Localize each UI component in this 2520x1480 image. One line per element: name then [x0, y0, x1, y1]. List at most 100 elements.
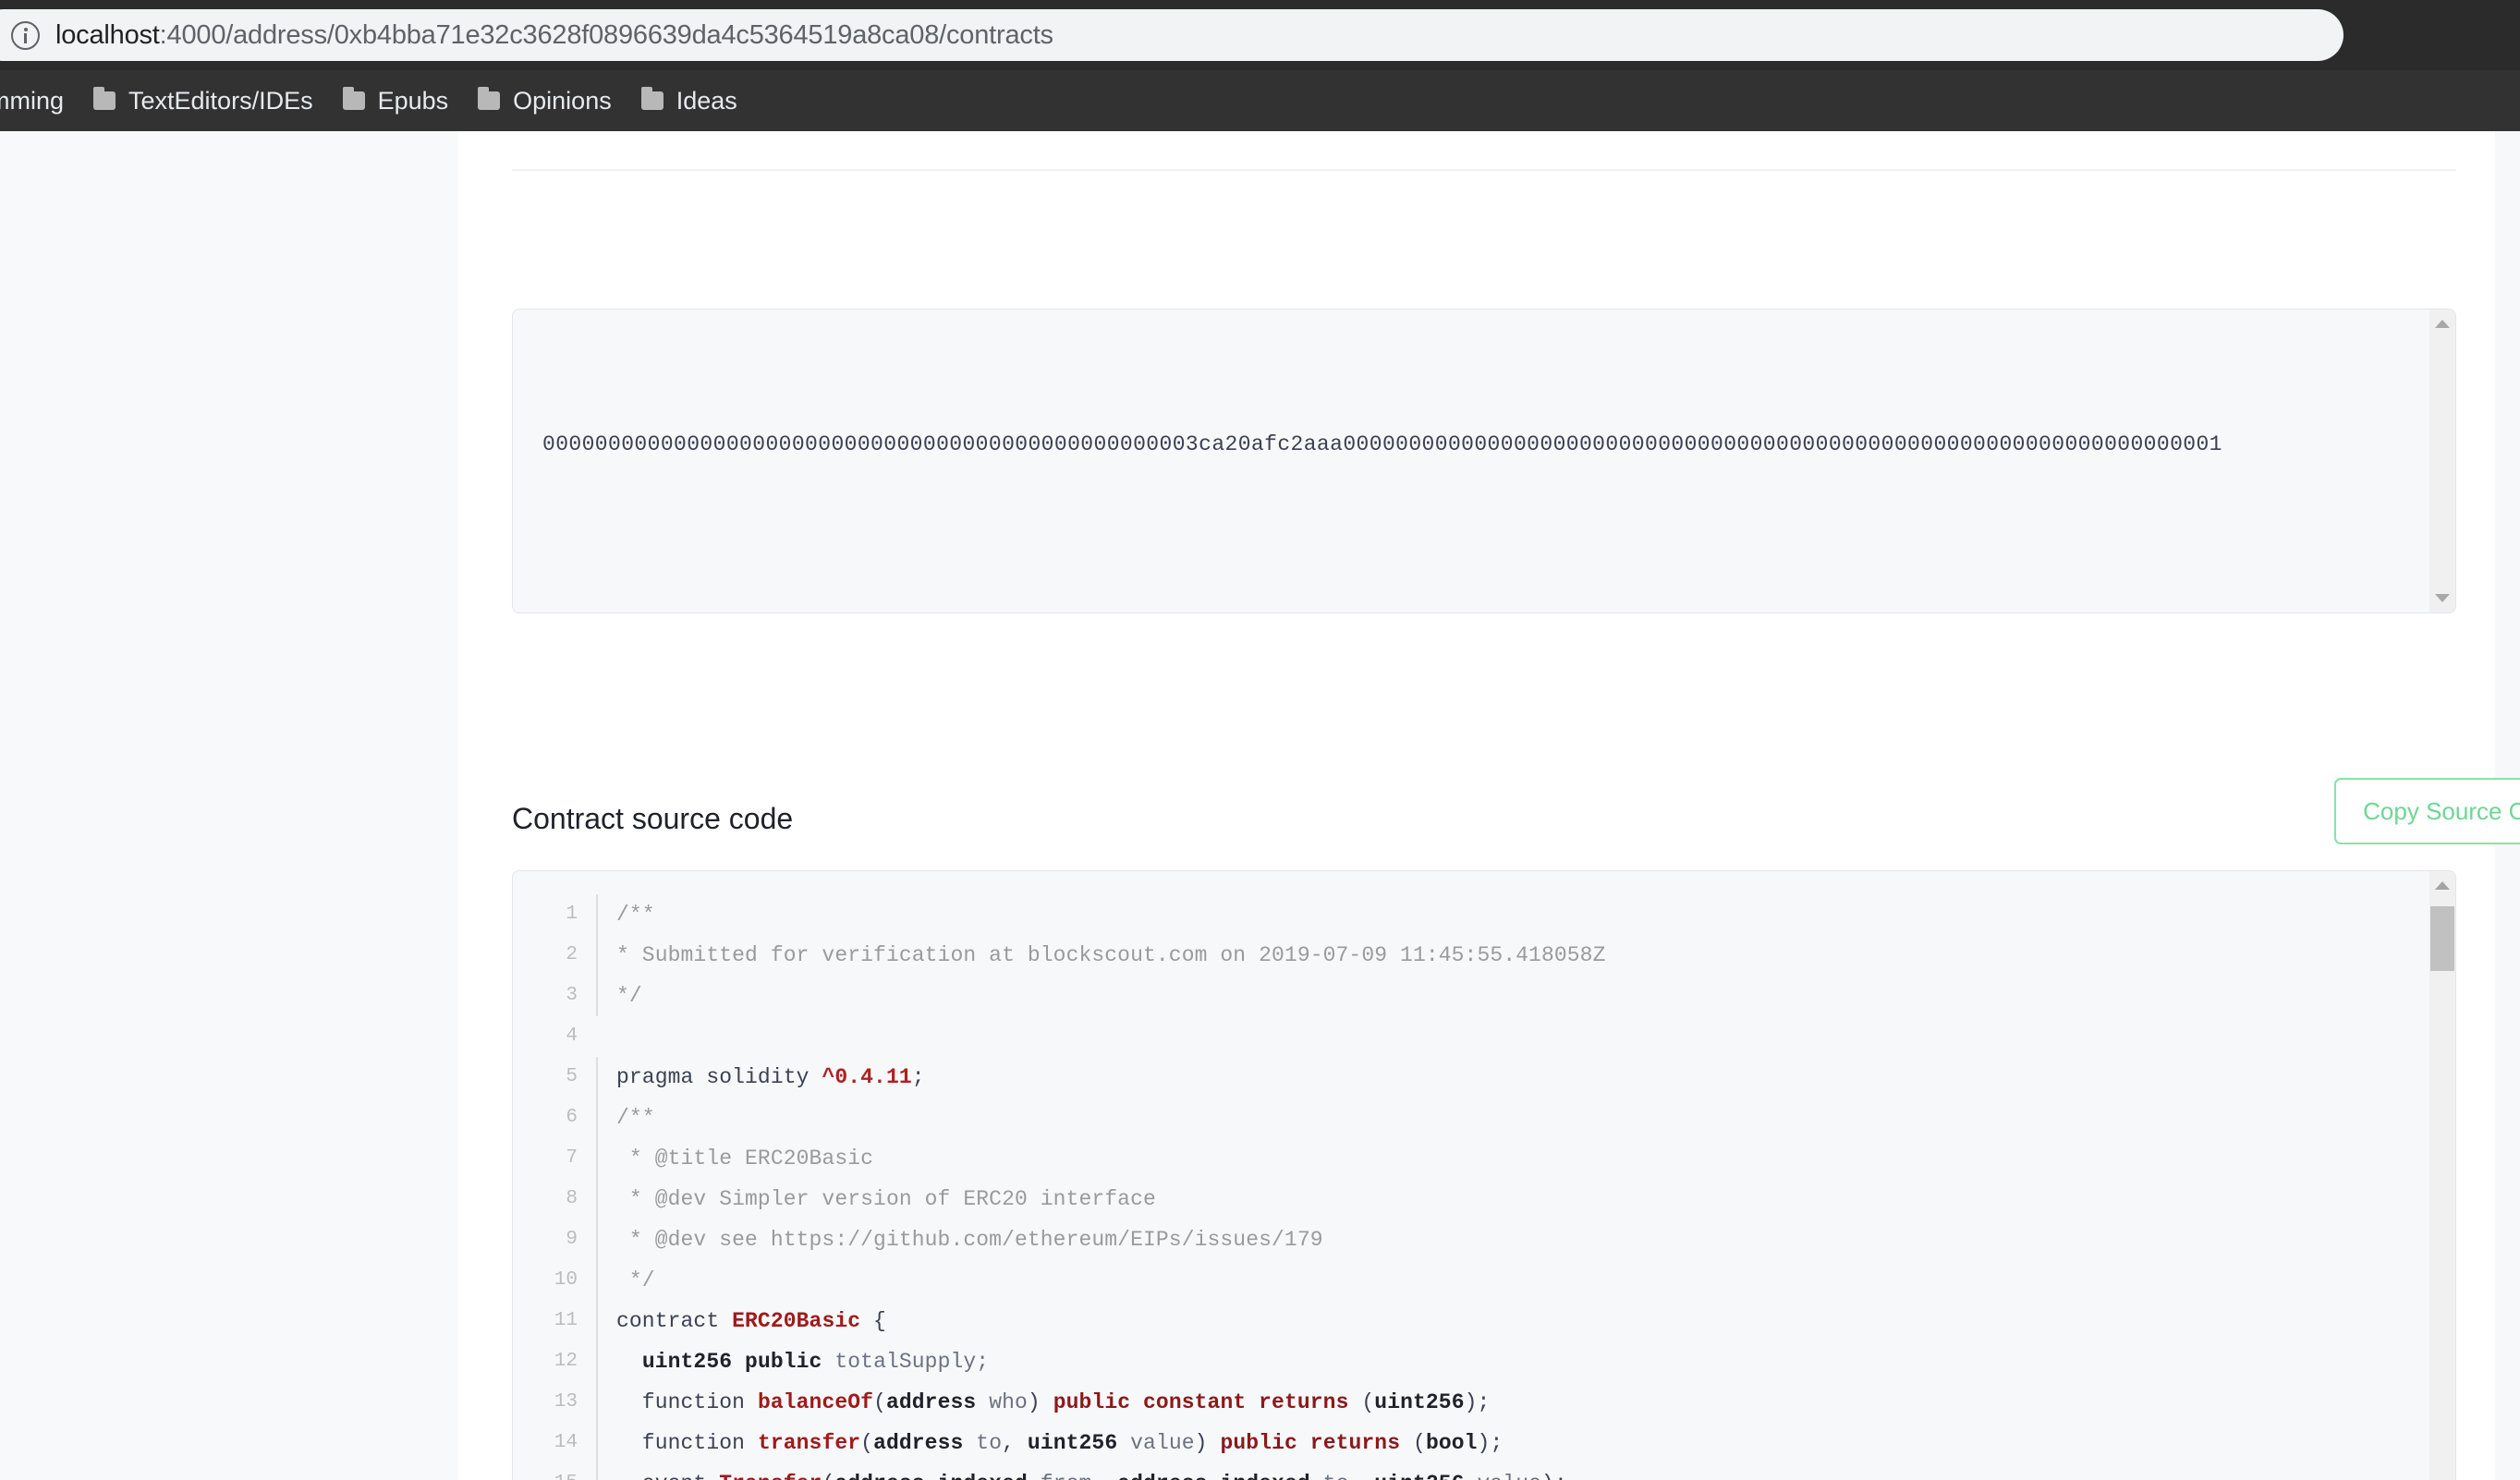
code-token: Transfer — [719, 1472, 822, 1480]
page-left-gutter — [0, 131, 458, 1480]
bookmark-label: Ideas — [676, 86, 737, 115]
code-text: /** — [596, 1098, 2402, 1138]
line-number: 11 — [554, 1310, 578, 1331]
source-code-scrollbar[interactable] — [2429, 871, 2455, 1480]
scroll-up-arrow-icon[interactable] — [2435, 881, 2450, 890]
bookmarks-bar: mming TextEditors/IDEs Epubs Opinions Ideas — [0, 70, 2520, 131]
code-line: 6 /** — [513, 1098, 2402, 1138]
code-token: /** — [616, 903, 655, 927]
code-token: ( — [822, 1472, 834, 1480]
code-token: ); — [1477, 1431, 1503, 1455]
bookmark-label: TextEditors/IDEs — [128, 86, 313, 115]
contract-source-code-panel: 1 /** 2 * Submitted for verification at blo… — [512, 870, 2456, 1480]
code-token: ); — [1464, 1390, 1491, 1414]
info-circle-icon[interactable] — [11, 20, 40, 50]
code-token: value — [1117, 1431, 1195, 1455]
scroll-up-arrow-icon[interactable] — [2435, 320, 2450, 328]
code-token: ( — [1400, 1431, 1426, 1455]
code-text: /** — [596, 894, 2402, 935]
code-line: 3 */ — [513, 976, 2402, 1016]
code-token: , — [1002, 1431, 1028, 1455]
code-token: ) — [1194, 1431, 1221, 1455]
bookmark-item-mming[interactable]: mming — [0, 79, 77, 122]
code-token: value — [1465, 1472, 1541, 1480]
code-token: ( — [873, 1390, 886, 1414]
folder-icon — [640, 87, 663, 110]
scroll-down-arrow-icon[interactable] — [2435, 594, 2450, 602]
code-token: transfer — [757, 1431, 861, 1455]
code-token: */ — [616, 1268, 655, 1292]
code-token: totalSupply; — [822, 1350, 990, 1374]
code-text: pragma solidity ^0.4.11; — [596, 1057, 2402, 1098]
code-token: public constant returns — [1053, 1390, 1349, 1414]
code-token: ( — [1348, 1390, 1375, 1414]
code-token: * @dev Simpler version of ERC20 interfac… — [616, 1187, 1156, 1211]
code-token: uint256 — [1374, 1472, 1464, 1480]
code-token: who — [976, 1390, 1028, 1414]
code-token: , — [1091, 1472, 1117, 1480]
code-token: public — [745, 1350, 822, 1374]
copy-source-code-button[interactable]: Copy Source Code — [2334, 778, 2520, 844]
folder-icon — [342, 87, 365, 110]
main-content-card: Constructor Arguments 000000000000000000… — [458, 131, 2520, 1480]
code-token: pragma solidity — [616, 1065, 822, 1089]
code-token: event — [616, 1472, 719, 1480]
code-line: 8 * @dev Simpler version of ERC20 interf… — [513, 1179, 2402, 1219]
bookmark-item-opinions[interactable]: Opinions — [465, 79, 625, 122]
constructor-arguments-content: 0000000000000000000000000000000000000000… — [513, 309, 2402, 613]
code-text: * @title ERC20Basic — [596, 1138, 2402, 1179]
folder-icon — [478, 87, 501, 110]
code-token: from — [1028, 1472, 1092, 1480]
line-number: 4 — [566, 1025, 578, 1047]
code-line: 10 */ — [513, 1260, 2402, 1301]
line-number: 6 — [566, 1107, 578, 1128]
folder-icon — [93, 87, 116, 110]
address-bar[interactable]: localhost:4000/address/0xb4bba71e32c3628… — [0, 9, 2343, 61]
code-token: uint256 — [1027, 1431, 1118, 1455]
code-text: * @dev Simpler version of ERC20 interfac… — [596, 1179, 2402, 1219]
line-number: 8 — [566, 1188, 578, 1209]
line-number: 12 — [554, 1351, 578, 1372]
line-number: 5 — [566, 1066, 578, 1087]
code-token: uint256 — [641, 1350, 733, 1374]
line-number: 10 — [554, 1269, 578, 1291]
code-text: * @dev see https://github.com/ethereum/E… — [596, 1219, 2402, 1260]
code-line: 7 * @title ERC20Basic — [513, 1138, 2402, 1179]
code-token: ^0.4.11 — [822, 1065, 912, 1089]
code-token: /** — [616, 1106, 655, 1130]
code-token: * @title ERC20Basic — [616, 1146, 874, 1171]
bookmark-item-epubs[interactable]: Epubs — [330, 79, 462, 122]
url-text: localhost:4000/address/0xb4bba71e32c3628… — [55, 20, 1053, 51]
code-line: 1 /** — [513, 894, 2402, 935]
page-body: Constructor Arguments 000000000000000000… — [0, 131, 2520, 1480]
constructor-scrollbar[interactable] — [2429, 309, 2455, 613]
code-token: address indexed — [834, 1472, 1028, 1480]
code-line: 13 function balanceOf(address who) publi… — [513, 1382, 2402, 1423]
scrollbar-thumb[interactable] — [2430, 906, 2454, 971]
code-line: 2 * Submitted for verification at blocksc… — [513, 935, 2402, 976]
code-token: bool — [1425, 1431, 1478, 1455]
code-token: * @dev see https://github.com/ethereum/E… — [616, 1228, 1323, 1252]
code-text: */ — [596, 976, 2402, 1016]
line-number: 14 — [554, 1432, 578, 1453]
code-text: * Submitted for verification at blocksco… — [596, 935, 2402, 976]
code-token: address — [873, 1431, 964, 1455]
code-text: function balanceOf(address who) public c… — [596, 1382, 2402, 1423]
code-viewer[interactable]: 1 /** 2 * Submitted for verification at blo… — [513, 871, 2402, 1480]
url-path: :4000/address/0xb4bba71e32c3628f0896639d… — [159, 19, 1053, 50]
bookmark-item-texteditors-ides[interactable]: TextEditors/IDEs — [80, 79, 326, 122]
bookmark-label: Epubs — [377, 86, 449, 115]
code-token: uint256 — [1374, 1390, 1465, 1414]
line-number: 13 — [554, 1391, 578, 1413]
line-number: 7 — [566, 1147, 578, 1169]
code-token: ) — [1027, 1390, 1053, 1414]
browser-chrome: localhost:4000/address/0xb4bba71e32c3628… — [0, 0, 2520, 131]
code-text: uint256 public totalSupply; — [596, 1341, 2402, 1382]
code-token: address indexed — [1117, 1472, 1310, 1480]
bookmark-item-ideas[interactable]: Ideas — [628, 79, 750, 122]
code-token: to — [1310, 1472, 1349, 1480]
constructor-hex-data: 0000000000000000000000000000000000000000… — [542, 432, 2222, 456]
